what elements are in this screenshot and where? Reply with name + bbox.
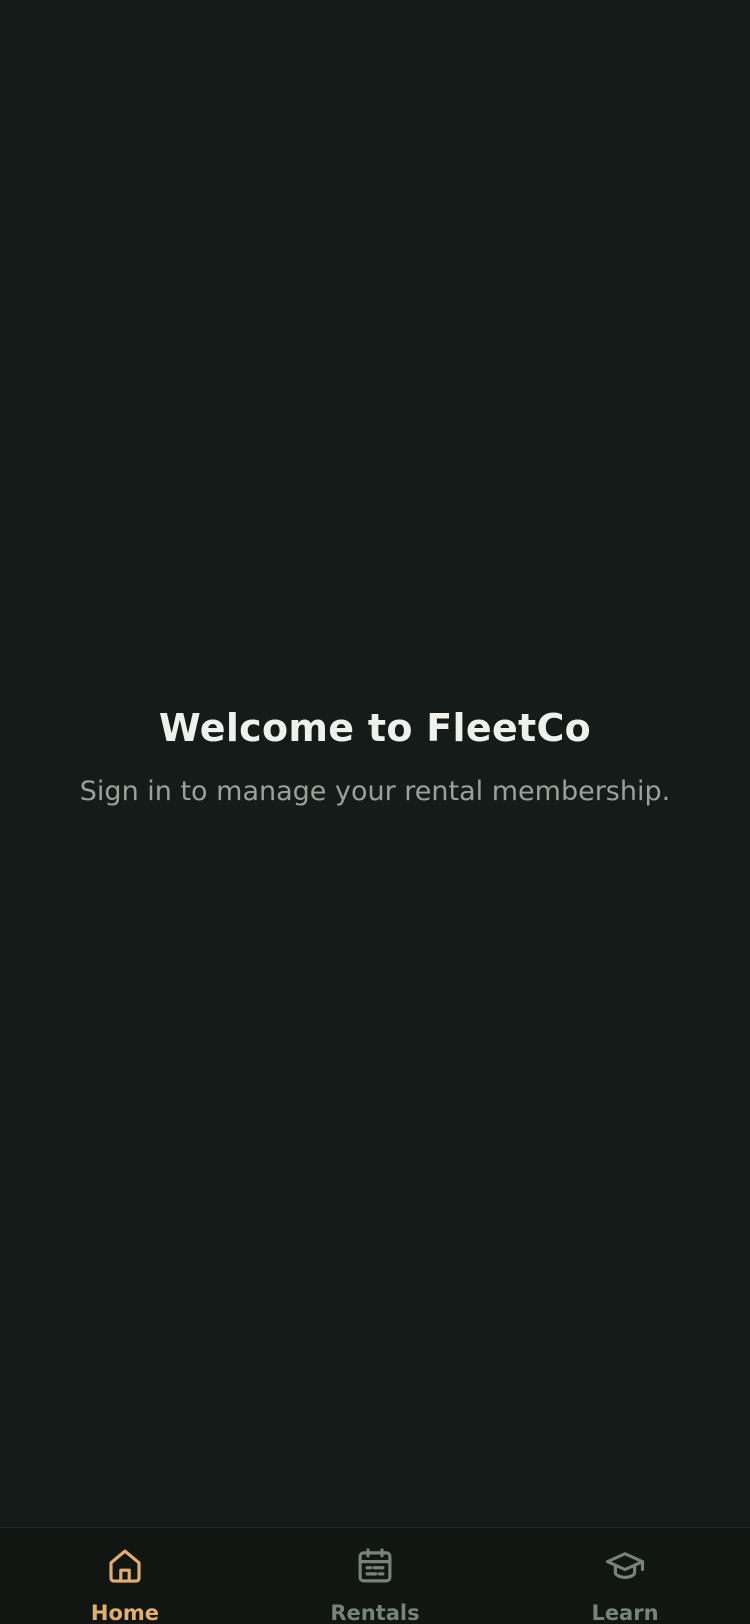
graduation-cap-icon <box>604 1545 646 1587</box>
home-icon <box>104 1545 146 1587</box>
welcome-title: Welcome to FleetCo <box>158 706 592 750</box>
tab-rentals[interactable]: Rentals <box>250 1528 500 1624</box>
tab-rentals-label: Rentals <box>330 1601 420 1624</box>
welcome-section: Welcome to FleetCo Sign in to manage you… <box>0 700 750 812</box>
tab-learn-label: Learn <box>591 1601 659 1624</box>
tab-home[interactable]: Home <box>0 1528 250 1624</box>
tab-home-label: Home <box>90 1601 160 1624</box>
tab-learn[interactable]: Learn <box>500 1528 750 1624</box>
welcome-subtitle: Sign in to manage your rental membership… <box>79 776 671 807</box>
app-screen: Welcome to FleetCo Sign in to manage you… <box>0 0 750 1624</box>
bottom-tab-bar: Home Rentals Learn <box>0 1527 750 1624</box>
calendar-icon <box>354 1545 396 1587</box>
